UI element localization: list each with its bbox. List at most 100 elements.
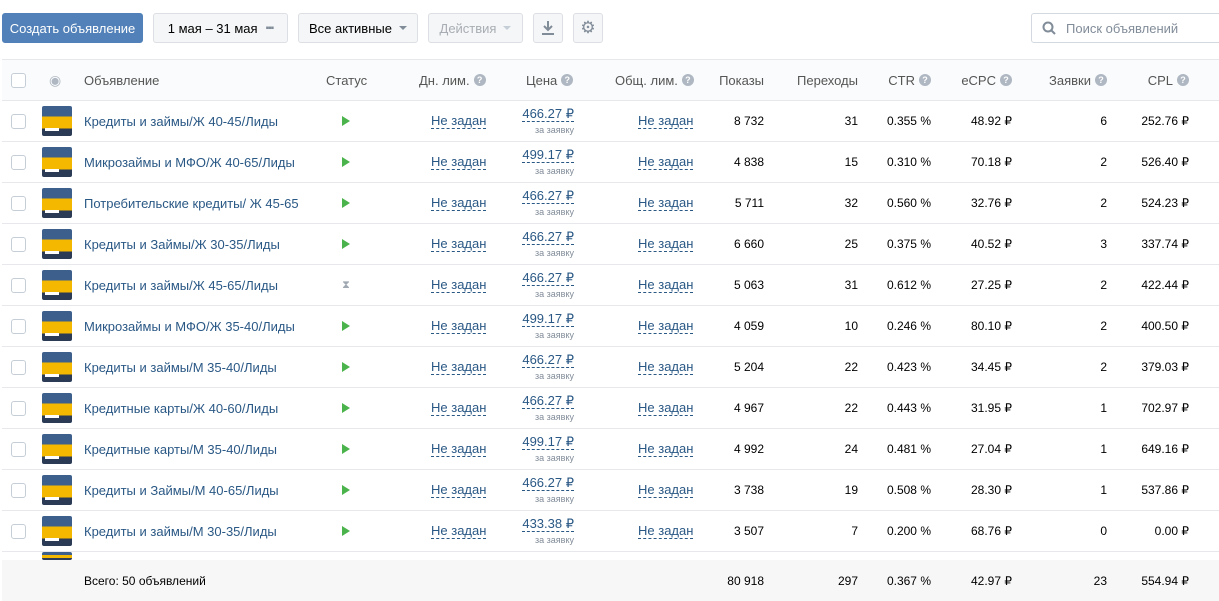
total-limit-link[interactable]: Не задан: [638, 277, 694, 293]
table-row[interactable]: Кредиты и займы/Ж 40-45/Лиды Не задан 46…: [2, 101, 1219, 142]
ad-thumbnail[interactable]: [42, 188, 72, 218]
ad-thumbnail[interactable]: [42, 516, 72, 546]
download-button[interactable]: [533, 13, 563, 43]
help-icon[interactable]: ?: [1177, 74, 1189, 86]
table-row[interactable]: Кредиты и займы/Ж 45-65/Лиды ⧗ Не задан …: [2, 265, 1219, 306]
filter-dropdown[interactable]: Все активные: [298, 13, 418, 43]
row-checkbox[interactable]: [11, 277, 26, 293]
col-clicks[interactable]: Переходы: [797, 60, 858, 100]
col-shows[interactable]: Показы: [719, 60, 764, 100]
help-icon[interactable]: ?: [1000, 74, 1012, 86]
ad-name-link[interactable]: Микрозаймы и МФО/Ж 40-65/Лиды: [84, 155, 295, 170]
row-checkbox[interactable]: [11, 400, 26, 416]
col-ecpc[interactable]: eCPC?: [961, 60, 1012, 100]
create-ad-button[interactable]: Создать объявление: [2, 13, 143, 43]
ad-name-link[interactable]: Кредиты и займы/Ж 45-65/Лиды: [84, 278, 278, 293]
price-link[interactable]: 466.27 ₽: [522, 393, 574, 409]
ad-thumbnail[interactable]: [42, 229, 72, 259]
row-checkbox[interactable]: [11, 523, 26, 539]
total-limit-link[interactable]: Не задан: [638, 113, 694, 129]
row-checkbox[interactable]: [11, 482, 26, 498]
ad-thumbnail[interactable]: [42, 393, 72, 423]
date-range-button[interactable]: 1 мая – 31 мая ▪▪▪: [153, 13, 288, 43]
col-ctr[interactable]: CTR?: [888, 60, 931, 100]
ad-name-link[interactable]: Микрозаймы и МФО/Ж 35-40/Лиды: [84, 319, 295, 334]
table-row[interactable]: Кредиты и займы/М 30-35/Лиды Не задан 43…: [2, 511, 1219, 552]
total-limit-link[interactable]: Не задан: [638, 400, 694, 416]
help-icon[interactable]: ?: [919, 74, 931, 86]
price-link[interactable]: 466.27 ₽: [522, 475, 574, 491]
table-row[interactable]: Кредиты и займы/М 35-40/Лиды Не задан 46…: [2, 347, 1219, 388]
total-limit-link[interactable]: Не задан: [638, 195, 694, 211]
price-link[interactable]: 466.27 ₽: [522, 106, 574, 122]
help-icon[interactable]: ?: [681, 74, 694, 86]
col-ad[interactable]: Объявление: [84, 60, 159, 100]
price-link[interactable]: 466.27 ₽: [522, 352, 574, 368]
price-link[interactable]: 499.17 ₽: [522, 311, 574, 327]
total-limit-link[interactable]: Не задан: [638, 523, 694, 539]
price-link[interactable]: 499.17 ₽: [522, 147, 574, 163]
day-limit-link[interactable]: Не задан: [431, 441, 487, 457]
help-icon[interactable]: ?: [561, 74, 574, 86]
row-checkbox[interactable]: [11, 359, 26, 375]
col-status[interactable]: Статус: [326, 60, 367, 100]
col-leads[interactable]: Заявки?: [1049, 60, 1107, 100]
ad-name-link[interactable]: Потребительские кредиты/ Ж 45-65: [84, 196, 299, 211]
ad-name-link[interactable]: Кредиты и займы/Ж 40-45/Лиды: [84, 114, 278, 129]
total-limit-link[interactable]: Не задан: [638, 482, 694, 498]
ad-name-link[interactable]: Кредиты и займы/М 30-35/Лиды: [84, 524, 277, 539]
day-limit-link[interactable]: Не задан: [431, 400, 487, 416]
row-checkbox[interactable]: [11, 154, 26, 170]
price-link[interactable]: 466.27 ₽: [522, 270, 574, 286]
col-cpl[interactable]: CPL?: [1148, 60, 1189, 100]
col-total-limit[interactable]: Общ. лим.?: [615, 60, 694, 100]
help-icon[interactable]: ?: [473, 74, 486, 86]
ad-thumbnail[interactable]: [42, 311, 72, 341]
day-limit-link[interactable]: Не задан: [431, 318, 487, 334]
ad-name-link[interactable]: Кредитные карты/Ж 40-60/Лиды: [84, 401, 278, 416]
search-input[interactable]: Поиск объявлений: [1031, 13, 1219, 43]
price-link[interactable]: 466.27 ₽: [522, 188, 574, 204]
ad-thumbnail[interactable]: [42, 147, 72, 177]
ad-thumbnail[interactable]: [42, 352, 72, 382]
ad-name-link[interactable]: Кредиты и Займы/Ж 30-35/Лиды: [84, 237, 280, 252]
eye-icon[interactable]: ◉: [49, 60, 61, 100]
table-row[interactable]: Микрозаймы и МФО/Ж 40-65/Лиды Не задан 4…: [2, 142, 1219, 183]
select-all-checkbox[interactable]: [11, 72, 26, 88]
price-link[interactable]: 499.17 ₽: [522, 434, 574, 450]
ad-name-link[interactable]: Кредиты и Займы/М 40-65/Лиды: [84, 483, 279, 498]
total-limit-link[interactable]: Не задан: [638, 359, 694, 375]
day-limit-link[interactable]: Не задан: [431, 482, 487, 498]
table-row[interactable]: Микрозаймы и МФО/Ж 35-40/Лиды Не задан 4…: [2, 306, 1219, 347]
ad-name-link[interactable]: Кредитные карты/М 35-40/Лиды: [84, 442, 277, 457]
ad-thumbnail[interactable]: [42, 475, 72, 505]
day-limit-link[interactable]: Не задан: [431, 277, 487, 293]
day-limit-link[interactable]: Не задан: [431, 523, 487, 539]
settings-button[interactable]: ⚙: [573, 13, 603, 43]
total-limit-link[interactable]: Не задан: [638, 154, 694, 170]
actions-dropdown[interactable]: Действия: [428, 13, 523, 43]
total-limit-link[interactable]: Не задан: [638, 236, 694, 252]
ad-thumbnail[interactable]: [42, 106, 72, 136]
day-limit-link[interactable]: Не задан: [431, 359, 487, 375]
col-day-limit[interactable]: Дн. лим.?: [419, 60, 486, 100]
row-checkbox[interactable]: [11, 195, 26, 211]
table-row[interactable]: Кредиты и Займы/М 40-65/Лиды Не задан 46…: [2, 470, 1219, 511]
ad-thumbnail[interactable]: [42, 434, 72, 464]
ad-name-link[interactable]: Кредиты и займы/М 35-40/Лиды: [84, 360, 277, 375]
row-checkbox[interactable]: [11, 113, 26, 129]
row-checkbox[interactable]: [11, 441, 26, 457]
table-row[interactable]: Кредитные карты/М 35-40/Лиды Не задан 49…: [2, 429, 1219, 470]
table-row[interactable]: Потребительские кредиты/ Ж 45-65 Не зада…: [2, 183, 1219, 224]
ad-thumbnail[interactable]: [42, 270, 72, 300]
price-link[interactable]: 433.38 ₽: [522, 516, 574, 532]
price-link[interactable]: 466.27 ₽: [522, 229, 574, 245]
table-row[interactable]: Кредиты и Займы/Ж 30-35/Лиды Не задан 46…: [2, 224, 1219, 265]
help-icon[interactable]: ?: [1095, 74, 1107, 86]
row-checkbox[interactable]: [11, 318, 26, 334]
total-limit-link[interactable]: Не задан: [638, 441, 694, 457]
total-limit-link[interactable]: Не задан: [638, 318, 694, 334]
day-limit-link[interactable]: Не задан: [431, 154, 487, 170]
row-checkbox[interactable]: [11, 236, 26, 252]
day-limit-link[interactable]: Не задан: [431, 195, 487, 211]
